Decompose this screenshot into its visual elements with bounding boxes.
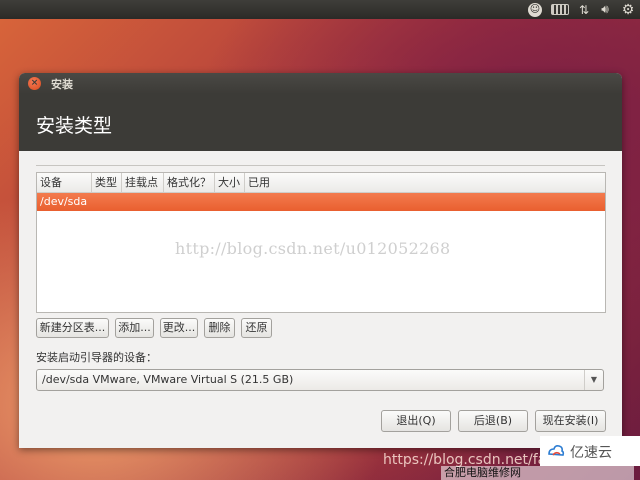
device-cell: /dev/sda (40, 195, 88, 208)
bootloader-device-select[interactable]: /dev/sda VMware, VMware Virtual S (21.5 … (36, 369, 604, 391)
table-row[interactable]: /dev/sda (37, 193, 605, 211)
volume-icon[interactable]: 🔊︎ (596, 1, 614, 18)
page-title: 安装类型 (36, 115, 113, 137)
column-header-size[interactable]: 大小 (215, 173, 245, 192)
titlebar: × 安装 (19, 73, 622, 94)
install-now-button[interactable]: 现在安装(I) (535, 410, 606, 432)
column-header-used[interactable]: 已用 (245, 173, 285, 192)
installer-window: × 安装 安装类型 设备 类型 挂载点 格式化？ 大小 已用 /dev/sda … (19, 73, 622, 448)
logo-text: 亿速云 (570, 445, 612, 461)
bootloader-device-label: 安装启动引导器的设备： (36, 351, 157, 364)
logo: 亿速云 (540, 436, 640, 466)
close-button[interactable]: × (28, 77, 41, 90)
delete-partition-button[interactable]: 删除 (204, 318, 235, 338)
quit-button[interactable]: 退出(Q) (381, 410, 451, 432)
window-title: 安装 (51, 78, 73, 91)
back-button[interactable]: 后退(B) (458, 410, 528, 432)
accessibility-icon[interactable]: ☺ (526, 1, 544, 18)
divider (36, 165, 605, 166)
settings-gear-icon[interactable]: ⚙ (620, 1, 636, 18)
chevron-down-icon: ▼ (584, 370, 603, 390)
bootloader-selected-value: /dev/sda VMware, VMware Virtual S (21.5 … (42, 373, 294, 386)
change-partition-button[interactable]: 更改... (160, 318, 198, 338)
site-caption: 合肥电脑维修网 (441, 466, 634, 480)
add-partition-button[interactable]: 添加... (115, 318, 154, 338)
revert-button[interactable]: 还原 (241, 318, 272, 338)
column-header-format[interactable]: 格式化？ (164, 173, 215, 192)
column-header-type[interactable]: 类型 (92, 173, 122, 192)
column-header-mount-point[interactable]: 挂载点 (122, 173, 164, 192)
top-panel: ☺ ⇅ 🔊︎ ⚙ (0, 0, 640, 19)
network-icon[interactable]: ⇅ (575, 1, 591, 18)
table-header: 设备 类型 挂载点 格式化？ 大小 已用 (37, 173, 605, 193)
cloud-logo-icon (548, 445, 565, 456)
header-band: 安装类型 (19, 94, 622, 151)
keyboard-icon[interactable] (550, 1, 570, 18)
column-header-device[interactable]: 设备 (37, 173, 92, 192)
new-partition-table-button[interactable]: 新建分区表... (36, 318, 109, 338)
center-watermark: http://blog.csdn.net/u012052268 (175, 239, 451, 258)
